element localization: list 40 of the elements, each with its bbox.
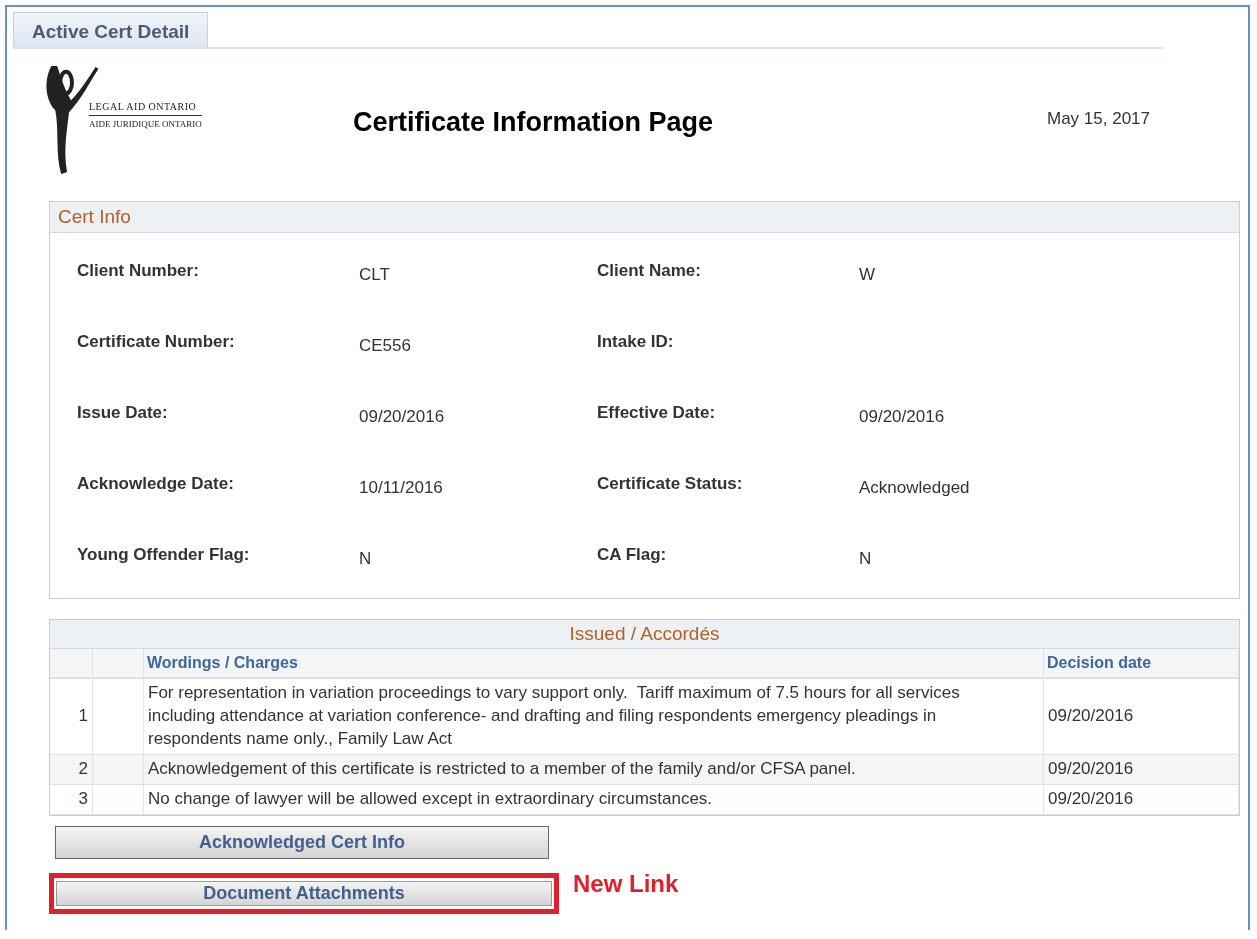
page-title: Certificate Information Page xyxy=(353,107,714,138)
field-value: W xyxy=(859,265,876,284)
field-value: CE556 xyxy=(359,336,411,355)
table-cell: Acknowledgement of this certificate is restricted to a member of the family and/or CFSA panel. xyxy=(148,758,856,778)
table-cell: No change of lawyer will be allowed except in extraordinary circumstances. xyxy=(148,788,713,808)
logo-text: AIDE JURIDIQUE ONTARIO xyxy=(89,118,202,129)
logo-text: LEGAL AID ONTARIO xyxy=(89,101,202,116)
row-number: 1 xyxy=(78,705,88,725)
field-value: N xyxy=(359,549,372,568)
table-cell: 09/20/2016 xyxy=(1048,788,1134,808)
field-value: Acknowledged xyxy=(859,478,970,497)
field-label: Issue Date: xyxy=(77,403,169,424)
annotation-text: New Link xyxy=(573,870,679,899)
table-cell: 09/20/2016 xyxy=(1048,705,1134,725)
field-value: 09/20/2016 xyxy=(859,407,945,426)
table-cell-text: For representation in variation proceedings to vary support only. Tariff maximum of 7.5 hours for all services including attendance at variation conference- and drafting and filing respondents emergency pleadings in respondents name only., Family Law Act xyxy=(148,683,961,748)
table-title: Issued / Accordés xyxy=(50,620,1239,649)
field-label: Certificate Status: xyxy=(597,474,744,495)
field-value: 10/11/2016 xyxy=(359,478,443,497)
field-label: CA Flag: xyxy=(597,545,668,566)
table-cell: 09/20/2016 xyxy=(1048,758,1134,778)
link-button[interactable]: Acknowledged Cert Info xyxy=(55,825,549,859)
field-value: 09/20/2016 xyxy=(359,407,445,426)
field-label: Young Offender Flag: xyxy=(77,545,251,566)
column-header: Decision date xyxy=(1047,654,1152,671)
row-number: 3 xyxy=(78,788,88,808)
field-label: Certificate Number: xyxy=(77,332,236,353)
field-label: Client Name: xyxy=(597,261,702,282)
field-label: Client Number: xyxy=(77,261,200,282)
link-button[interactable]: Document Attachments xyxy=(56,880,552,906)
panel-heading: Cert Info xyxy=(50,202,1239,233)
field-label: Intake ID: xyxy=(597,332,675,353)
page-date: May 15, 2017 xyxy=(1047,109,1150,129)
row-number: 2 xyxy=(78,758,88,778)
field-value: N xyxy=(859,549,872,568)
field-label: Acknowledge Date: xyxy=(77,474,235,495)
field-label: Effective Date: xyxy=(597,403,717,424)
field-value: CLT xyxy=(359,265,390,284)
tab[interactable]: Active Cert Detail xyxy=(13,12,209,47)
column-header: Wordings / Charges xyxy=(147,654,298,671)
